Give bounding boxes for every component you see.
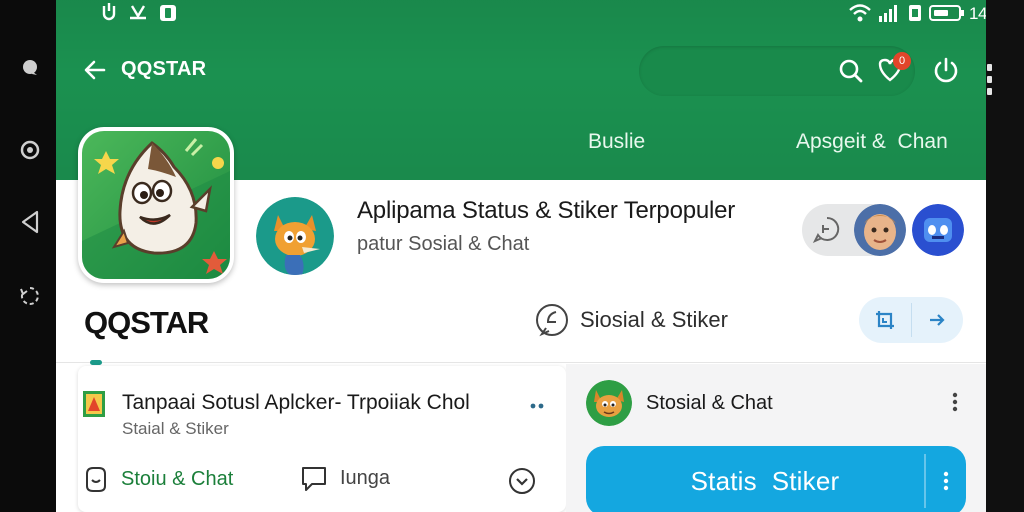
chevron-down-icon[interactable]: [508, 467, 536, 500]
tab-apsgeit-chan[interactable]: Apsgeit & Chan: [796, 130, 948, 154]
right-card-title: Stosial & Chat: [646, 392, 773, 414]
search-icon[interactable]: [838, 58, 864, 89]
assistant-icon[interactable]: [18, 56, 42, 80]
avatar-boy[interactable]: [854, 204, 906, 256]
sim-icon: [908, 4, 922, 27]
sticker-icon: [86, 467, 106, 492]
more-vertical-icon[interactable]: [952, 392, 958, 417]
right-card-avatar: [586, 380, 632, 426]
system-nav-rail: [0, 0, 56, 512]
hero-avatar: [256, 197, 334, 275]
app-icon[interactable]: [78, 127, 234, 283]
avatar-robot[interactable]: [912, 204, 964, 256]
battery-icon: [929, 5, 965, 26]
search-bar[interactable]: [639, 46, 915, 96]
overflow-menu-icon[interactable]: [986, 62, 994, 101]
more-vertical-icon: [943, 471, 949, 491]
home-icon[interactable]: [18, 138, 42, 162]
comment-icon: [302, 467, 326, 491]
cta-label: Statis Stiker: [690, 465, 840, 496]
arrow-right-icon: [930, 314, 945, 326]
back-nav-icon[interactable]: [18, 210, 42, 234]
split-action-button[interactable]: [859, 297, 963, 343]
sticker-chat-icon: [536, 304, 568, 337]
action-label-sticker-chat: Stoiu & Chat: [121, 467, 234, 490]
avatar-group[interactable]: [802, 200, 972, 260]
crop-button[interactable]: [859, 297, 911, 343]
post-card[interactable]: Tanpaai Sotusl Aplcker- Trpoiiak Chol St…: [78, 366, 566, 512]
post-title: Tanpaai Sotusl Aplcker- Trpoiiak Chol: [122, 391, 470, 414]
status-time: 1401: [969, 4, 986, 23]
app-window: 1401 QQSTAR 0 Buslie Apsgeit & Chan: [56, 0, 986, 512]
category-label: Siosial & Stiker: [580, 307, 728, 332]
mascot-icon: [82, 131, 230, 279]
tab-buslie[interactable]: Buslie: [588, 130, 645, 154]
app-name: QQSTAR: [84, 305, 209, 340]
chat-bubble-icon[interactable]: [812, 214, 842, 249]
post-thumbnail-icon: [83, 391, 105, 417]
power-icon[interactable]: [932, 56, 960, 89]
rotate-icon[interactable]: [18, 284, 42, 308]
right-panel: Stosial & Chat Statis Stiker: [566, 364, 986, 512]
fox-mascot-icon: [586, 380, 632, 426]
status-left-icons: [100, 2, 180, 24]
notifications-button[interactable]: 0: [876, 52, 916, 86]
cta-more-button[interactable]: [926, 446, 966, 512]
page-indicator: [90, 360, 102, 365]
section-divider: [56, 362, 986, 363]
action-sticker-chat[interactable]: Stoiu & Chat: [83, 464, 233, 494]
app-bar-title: QQSTAR: [121, 58, 207, 80]
device-screen: 1401 QQSTAR 0 Buslie Apsgeit & Chan: [0, 0, 1024, 512]
crop-icon: [875, 311, 894, 329]
action-label-lunga: Iunga: [340, 466, 391, 489]
post-more-icon[interactable]: [530, 396, 544, 414]
back-button[interactable]: [82, 56, 110, 84]
notification-badge: 0: [893, 52, 911, 70]
right-edge-bar: [986, 0, 1024, 512]
status-sticker-button[interactable]: Statis Stiker: [586, 446, 966, 512]
arrow-left-icon: [84, 60, 106, 80]
wifi-icon: [848, 3, 872, 28]
post-subtitle: Staial & Stiker: [122, 419, 229, 438]
category-chip[interactable]: Siosial & Stiker: [534, 300, 728, 340]
action-lunga[interactable]: Iunga: [300, 464, 390, 492]
hero-subtitle: patur Sosial & Chat: [357, 233, 530, 255]
forward-button[interactable]: [912, 297, 964, 343]
hero-title: Aplipama Status & Stiker Terpopuler: [357, 197, 736, 224]
fox-mascot-icon: [256, 197, 334, 275]
notification-count: 0: [898, 55, 906, 67]
signal-icon: [878, 4, 900, 27]
